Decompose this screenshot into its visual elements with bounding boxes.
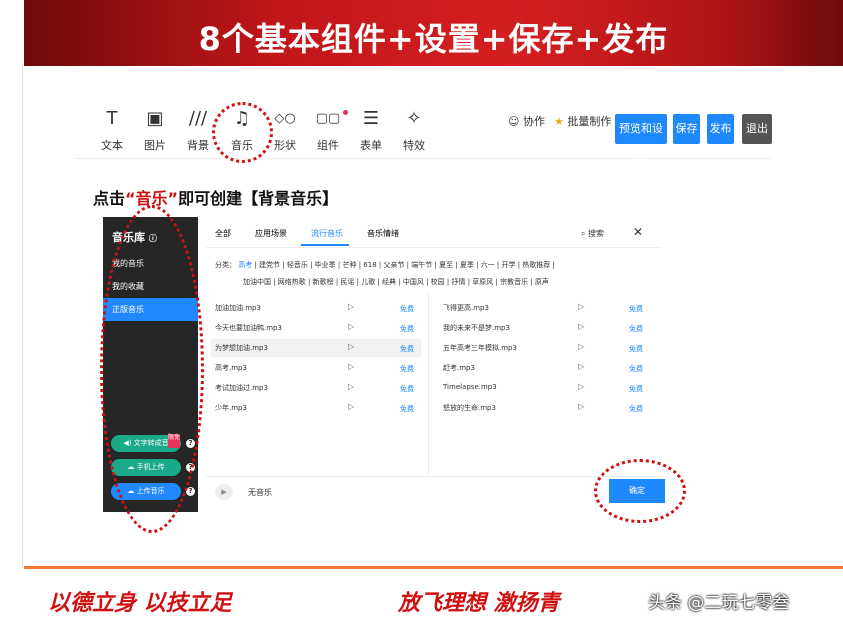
category-row-1: 分类： 高考 | 建党节 | 轻音乐 | 毕业季 | 芒种 | 618 | 父亲… bbox=[215, 260, 555, 270]
search-icon: ⌕ bbox=[581, 229, 586, 238]
tool-effect[interactable]: ✧ 特效 bbox=[394, 109, 434, 153]
tab-all[interactable]: 全部 bbox=[215, 228, 231, 239]
play-icon[interactable]: ▷ bbox=[578, 402, 584, 411]
play-preview-icon[interactable]: ▶ bbox=[215, 484, 233, 500]
text-icon: T bbox=[106, 108, 118, 129]
confirm-highlight bbox=[594, 459, 686, 523]
footer-divider bbox=[24, 566, 843, 569]
collab-label: 协作 bbox=[522, 115, 545, 128]
free-tag: 免费 bbox=[400, 305, 414, 313]
divider bbox=[206, 476, 663, 477]
song-title[interactable]: 少年.mp3 bbox=[215, 403, 247, 413]
song-title[interactable]: 考试加油过.mp3 bbox=[215, 383, 268, 393]
song-title[interactable]: 飞得更高.mp3 bbox=[443, 303, 489, 313]
tab-mood[interactable]: 音乐情绪 bbox=[367, 228, 399, 239]
play-icon[interactable]: ▷ bbox=[348, 402, 354, 411]
slide-border bbox=[22, 66, 23, 566]
free-tag: 免费 bbox=[629, 405, 643, 413]
song-title[interactable]: 高考.mp3 bbox=[215, 363, 247, 373]
tab-scenes[interactable]: 应用场景 bbox=[255, 228, 287, 239]
play-icon[interactable]: ▷ bbox=[578, 342, 584, 351]
watermark: 头条 @二玩七零叁 bbox=[648, 593, 790, 613]
category-row-2[interactable]: 加油中国 | 网络热歌 | 新歌榜 | 民谣 | 儿歌 | 经典 | 中国风 |… bbox=[243, 277, 549, 287]
play-icon[interactable]: ▷ bbox=[578, 302, 584, 311]
song-title[interactable]: 为梦想加油.mp3 bbox=[215, 343, 268, 353]
song-title[interactable]: 怒放的生命.mp3 bbox=[443, 403, 496, 413]
tool-image[interactable]: ▣ 图片 bbox=[135, 109, 175, 153]
tool-text[interactable]: T 文本 bbox=[92, 109, 132, 153]
free-tag: 免费 bbox=[629, 305, 643, 313]
sparkle-icon: ✧ bbox=[406, 108, 422, 129]
divider bbox=[206, 247, 661, 248]
batch-label: 批量制作 bbox=[567, 115, 612, 128]
star-icon: ★ bbox=[554, 115, 564, 128]
song-title[interactable]: 今天也要加油鸭.mp3 bbox=[215, 323, 282, 333]
free-tag: 免费 bbox=[629, 365, 643, 373]
play-icon[interactable]: ▷ bbox=[578, 322, 584, 331]
exit-button[interactable]: 退出 bbox=[742, 114, 772, 144]
tool-form[interactable]: ☰ 表单 bbox=[351, 109, 391, 153]
play-icon[interactable]: ▷ bbox=[348, 362, 354, 371]
component-icon: ▢▢ bbox=[315, 111, 341, 126]
play-icon[interactable]: ▷ bbox=[348, 302, 354, 311]
play-icon[interactable]: ▷ bbox=[348, 382, 354, 391]
footer-slogan-left: 以德立身 以技立足 bbox=[48, 590, 232, 616]
notification-dot bbox=[343, 110, 348, 115]
play-icon[interactable]: ▷ bbox=[348, 322, 354, 331]
sidebar-highlight bbox=[100, 205, 204, 533]
tool-label: 表单 bbox=[360, 139, 382, 152]
play-icon[interactable]: ▷ bbox=[348, 342, 354, 351]
category-label: 分类： bbox=[215, 261, 236, 269]
batch-button[interactable]: ★ 批量制作 bbox=[554, 113, 611, 129]
category-active[interactable]: 高考 bbox=[238, 261, 252, 269]
free-tag: 免费 bbox=[400, 345, 414, 353]
free-tag: 免费 bbox=[629, 385, 643, 393]
tool-label: 图片 bbox=[144, 139, 166, 152]
free-tag: 免费 bbox=[629, 325, 643, 333]
title-banner: 8个基本组件+设置+保存+发布 bbox=[24, 0, 843, 66]
play-icon[interactable]: ▷ bbox=[578, 362, 584, 371]
caption-suffix: 即可创建【背景音乐】 bbox=[178, 189, 339, 208]
song-title[interactable]: 五年高考三年模拟.mp3 bbox=[443, 343, 517, 353]
free-tag: 免费 bbox=[400, 385, 414, 393]
category-list[interactable]: | 建党节 | 轻音乐 | 毕业季 | 芒种 | 618 | 父亲节 | 端午节… bbox=[254, 261, 554, 269]
current-music-label: 无音乐 bbox=[248, 488, 272, 497]
tool-component[interactable]: ▢▢ 组件 bbox=[308, 109, 348, 153]
tab-pop[interactable]: 流行音乐 bbox=[311, 228, 343, 239]
music-tool-highlight bbox=[212, 102, 273, 163]
instruction-caption: 点击“音乐”即可创建【背景音乐】 bbox=[93, 185, 338, 209]
collab-button[interactable]: ☺ 协作 bbox=[508, 113, 545, 129]
free-tag: 免费 bbox=[629, 345, 643, 353]
save-button[interactable]: 保存 bbox=[673, 114, 700, 144]
image-icon: ▣ bbox=[146, 108, 164, 129]
column-divider bbox=[428, 293, 429, 475]
footer-slogan-right: 放飞理想 激扬青 bbox=[398, 590, 560, 616]
search-label: 搜索 bbox=[588, 229, 605, 238]
form-icon: ☰ bbox=[362, 108, 380, 129]
caption-prefix: 点击 bbox=[93, 189, 126, 208]
free-tag: 免费 bbox=[400, 405, 414, 413]
play-icon[interactable]: ▷ bbox=[578, 382, 584, 391]
active-tab-indicator bbox=[301, 244, 349, 246]
publish-button[interactable]: 发布 bbox=[707, 114, 734, 144]
song-title[interactable]: 我的未来不是梦.mp3 bbox=[443, 323, 510, 333]
song-title[interactable]: Timelapse.mp3 bbox=[443, 383, 497, 391]
close-icon[interactable]: ✕ bbox=[633, 225, 643, 239]
free-tag: 免费 bbox=[400, 365, 414, 373]
editor-toolbar: T 文本 ▣ 图片 ∕∕∕ 背景 ♫ 音乐 ◇○ 形状 ▢▢ 组件 ☰ 表单 ✧… bbox=[75, 101, 772, 165]
tool-label: 文本 bbox=[101, 139, 123, 152]
tool-label: 组件 bbox=[317, 139, 339, 152]
search-button[interactable]: ⌕ 搜索 bbox=[581, 228, 604, 239]
song-title[interactable]: 加油加油.mp3 bbox=[215, 303, 261, 313]
banner-title: 8个基本组件+设置+保存+发布 bbox=[198, 20, 669, 58]
tool-label: 特效 bbox=[403, 139, 425, 152]
users-icon: ☺ bbox=[508, 115, 520, 128]
free-tag: 免费 bbox=[400, 325, 414, 333]
preview-settings-button[interactable]: 预览和设置 bbox=[615, 114, 667, 165]
song-title[interactable]: 赶考.mp3 bbox=[443, 363, 475, 373]
